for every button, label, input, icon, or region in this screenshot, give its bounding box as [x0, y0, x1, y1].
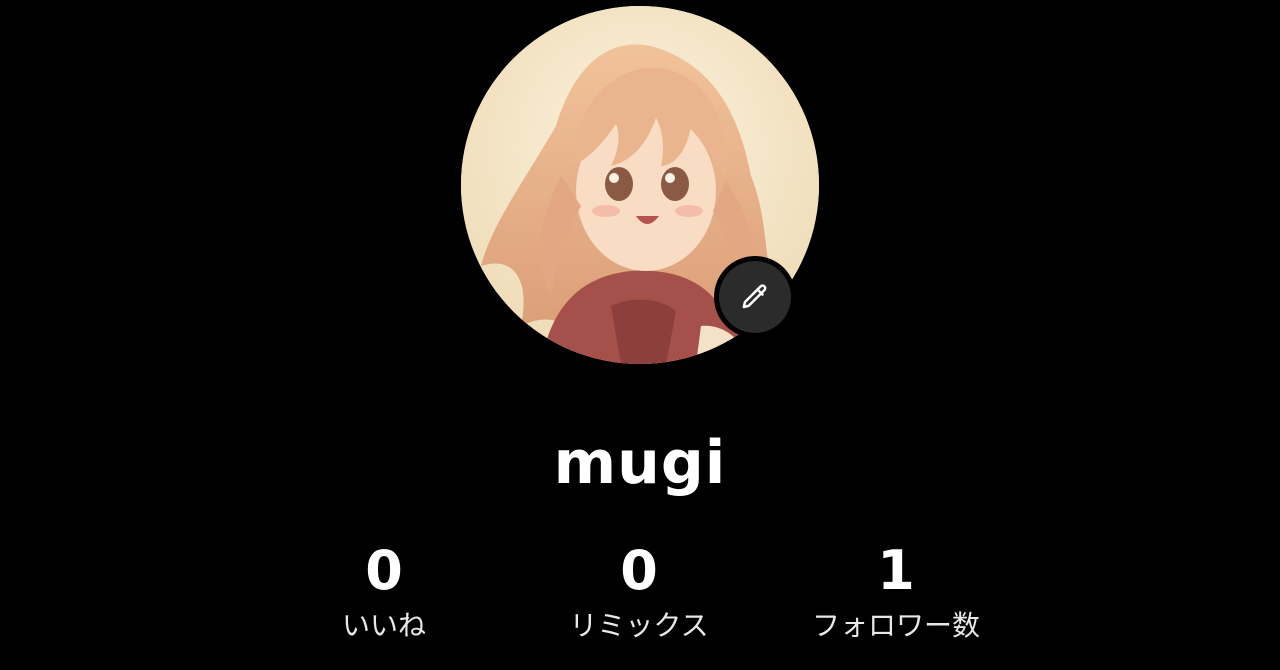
- pencil-icon: [742, 284, 767, 309]
- stat-followers[interactable]: 1 フォロワー数: [786, 538, 1006, 644]
- stat-followers-value: 1: [877, 539, 915, 602]
- edit-button-circle: [719, 261, 791, 333]
- stat-remixes[interactable]: 0 リミックス: [529, 538, 749, 644]
- stat-likes-value: 0: [365, 539, 403, 602]
- stat-remixes-value: 0: [620, 539, 658, 602]
- stat-remixes-label: リミックス: [569, 609, 709, 642]
- stat-likes-label: いいね: [341, 609, 426, 642]
- avatar-container: [461, 6, 819, 364]
- stat-followers-label: フォロワー数: [811, 609, 980, 642]
- username: mugi: [553, 428, 727, 498]
- edit-avatar-button[interactable]: [714, 256, 796, 338]
- stat-likes[interactable]: 0 いいね: [274, 538, 494, 644]
- profile-screen: mugi 0 いいね 0 リミックス 1 フォロワー数: [0, 0, 1280, 670]
